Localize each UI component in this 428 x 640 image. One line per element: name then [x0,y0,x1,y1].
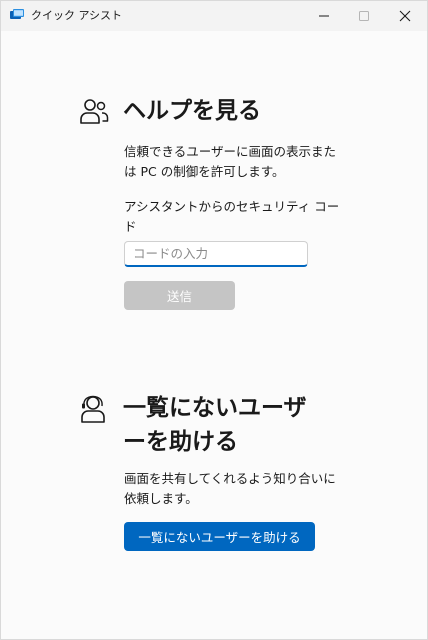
help-someone-description: 画面を共有してくれるよう知り合いに 依頼します。 [124,469,336,509]
security-code-input[interactable] [124,241,308,267]
title-bar[interactable]: クイック アシスト [1,1,427,31]
heading-line: 一覧にないユーザ [123,395,307,421]
close-button[interactable] [385,1,425,31]
submit-button[interactable]: 送信 [124,281,235,310]
quick-assist-app-icon [10,9,24,19]
description-line: は PC の制御を許可します。 [124,164,285,179]
description-line: 信頼できるユーザーに画面の表示また [124,144,337,159]
minimize-button[interactable] [304,1,344,31]
get-help-description: 信頼できるユーザーに画面の表示また は PC の制御を許可します。 [124,142,336,182]
window-title: クイック アシスト [31,9,123,22]
close-icon [399,10,411,22]
minimize-icon [319,15,329,17]
maximize-button[interactable] [344,1,384,31]
heading-line: ーを助ける [123,429,238,455]
help-unlisted-user-button[interactable]: 一覧にないユーザーを助ける [124,522,315,551]
person-support-icon [81,395,105,423]
description-line: 画面を共有してくれるよう知り合いに [124,471,336,486]
help-someone-heading: 一覧にないユーザ ーを助ける [123,391,307,459]
people-icon [80,99,109,124]
label-line: アシスタントからのセキュリティ コー [124,199,340,214]
quick-assist-window: クイック アシスト ヘルプを見る 信頼できるユーザーに画面の表示また は PC … [0,0,428,640]
label-line: ド [124,219,137,234]
get-help-heading: ヘルプを見る [123,98,261,124]
maximize-icon [359,11,369,21]
description-line: 依頼します。 [124,491,198,506]
security-code-label: アシスタントからのセキュリティ コー ド [124,197,339,237]
